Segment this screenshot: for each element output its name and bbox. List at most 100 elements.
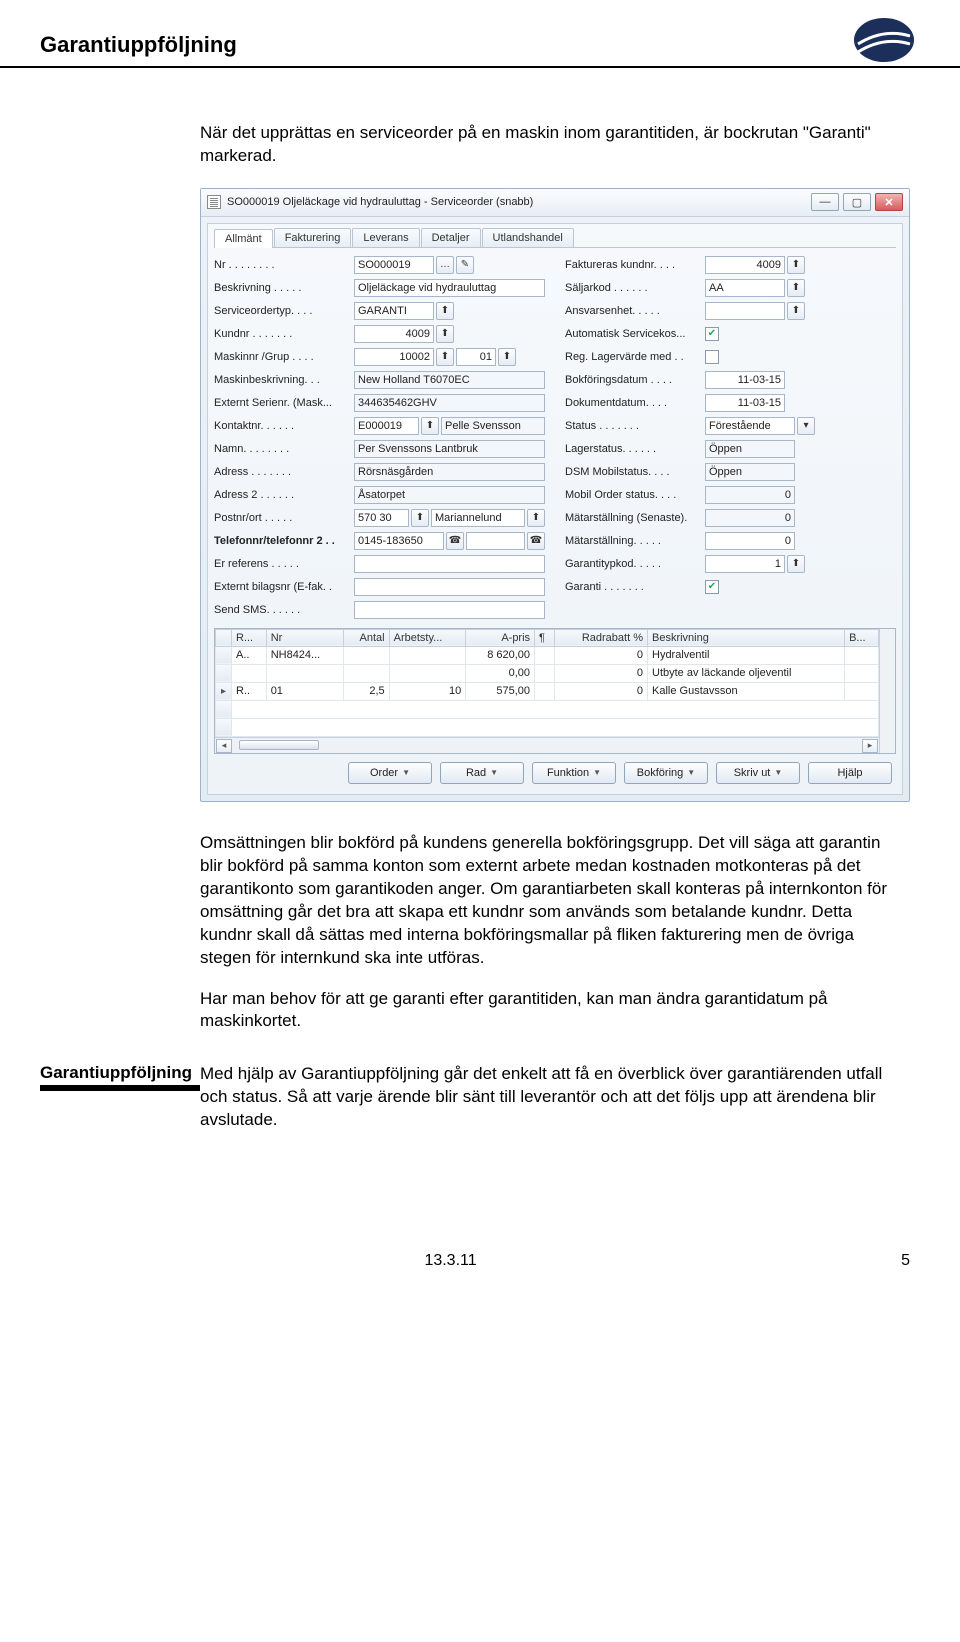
- col-r[interactable]: R...: [232, 629, 267, 646]
- maximize-button[interactable]: ▢: [843, 193, 871, 211]
- label-kundnr: Kundnr . . . . . . .: [214, 328, 354, 340]
- footer-page: 5: [901, 1252, 910, 1270]
- mobilorder-field: 0: [705, 486, 795, 504]
- lookup-icon[interactable]: ⬆: [436, 325, 454, 343]
- maskinnr-sub-field[interactable]: 01: [456, 348, 496, 366]
- horizontal-scrollbar[interactable]: ◂ ▸: [215, 737, 879, 753]
- label-maskinbeskrivning: Maskinbeskrivning. . .: [214, 374, 354, 386]
- lookup-icon[interactable]: ⬆: [498, 348, 516, 366]
- kundnr-field[interactable]: 4009: [354, 325, 434, 343]
- tab-utlandshandel[interactable]: Utlandshandel: [482, 228, 574, 247]
- lookup-icon[interactable]: ⬆: [436, 348, 454, 366]
- lookup-icon[interactable]: ⬆: [787, 555, 805, 573]
- col-nr[interactable]: Nr: [266, 629, 344, 646]
- ansvarsenhet-field[interactable]: [705, 302, 785, 320]
- dropdown-icon[interactable]: ▾: [797, 417, 815, 435]
- garantitypkod-field[interactable]: 1: [705, 555, 785, 573]
- grid-row[interactable]: ▸ R.. 01 2,5 10 575,00 0 Kalle Gustavsso…: [216, 682, 879, 700]
- document-icon: [207, 195, 221, 209]
- postnr-field[interactable]: 570 30: [354, 509, 409, 527]
- funktion-button[interactable]: Funktion▼: [532, 762, 616, 784]
- col-beskrivning[interactable]: Beskrivning: [648, 629, 845, 646]
- nr-field[interactable]: SO000019: [354, 256, 434, 274]
- send-sms-field[interactable]: [354, 601, 545, 619]
- phone-icon[interactable]: ☎: [527, 532, 545, 550]
- vertical-scrollbar[interactable]: [879, 629, 895, 753]
- faktureras-field[interactable]: 4009: [705, 256, 785, 274]
- tab-leverans[interactable]: Leverans: [352, 228, 419, 247]
- kontaktnr-field[interactable]: E000019: [354, 417, 419, 435]
- tab-allmant[interactable]: Allmänt: [214, 229, 273, 248]
- lookup-icon[interactable]: ⬆: [411, 509, 429, 527]
- label-maskinnr: Maskinnr /Grup . . . .: [214, 351, 354, 363]
- minimize-button[interactable]: —: [811, 193, 839, 211]
- bokforing-button[interactable]: Bokföring▼: [624, 762, 708, 784]
- phone-icon[interactable]: ☎: [446, 532, 464, 550]
- adress-field: Rörsnäsgården: [354, 463, 545, 481]
- telefonnr-field[interactable]: 0145-183650: [354, 532, 444, 550]
- grid-row[interactable]: 0,00 0 Utbyte av läckande oljeventil: [216, 664, 879, 682]
- intro-text: När det upprättas en serviceorder på en …: [200, 122, 900, 168]
- edit-icon[interactable]: ✎: [456, 256, 474, 274]
- grid-row[interactable]: A.. NH8424... 8 620,00 0 Hydralventil: [216, 646, 879, 664]
- kontaktnr-name-field: Pelle Svensson: [441, 417, 545, 435]
- tab-fakturering[interactable]: Fakturering: [274, 228, 352, 247]
- hjalp-button[interactable]: Hjälp: [808, 762, 892, 784]
- externt-bilagsnr-field[interactable]: [354, 578, 545, 596]
- maskinnr-field[interactable]: 10002: [354, 348, 434, 366]
- col-antal[interactable]: Antal: [344, 629, 389, 646]
- bokforingsdatum-field[interactable]: 11-03-15: [705, 371, 785, 389]
- col-radrabatt[interactable]: Radrabatt %: [554, 629, 647, 646]
- tab-detaljer[interactable]: Detaljer: [421, 228, 481, 247]
- lookup-icon[interactable]: ⬆: [787, 302, 805, 320]
- lookup-icon[interactable]: ⬆: [787, 279, 805, 297]
- lookup-icon[interactable]: ⬆: [527, 509, 545, 527]
- label-namn: Namn. . . . . . . .: [214, 443, 354, 455]
- label-erreferens: Er referens . . . . .: [214, 558, 354, 570]
- lookup-icon[interactable]: ⬆: [787, 256, 805, 274]
- form-right-column: Faktureras kundnr. . . . 4009⬆ Säljarkod…: [565, 254, 896, 622]
- close-button[interactable]: ✕: [875, 193, 903, 211]
- scroll-left-icon[interactable]: ◂: [216, 739, 232, 753]
- grid-row[interactable]: [216, 700, 879, 718]
- telefonnr2-field[interactable]: [466, 532, 525, 550]
- lookup-icon[interactable]: ⬆: [421, 417, 439, 435]
- skrivut-button[interactable]: Skriv ut▼: [716, 762, 800, 784]
- erreferens-field[interactable]: [354, 555, 545, 573]
- matarstallning-field[interactable]: 0: [705, 532, 795, 550]
- adress2-field: Åsatorpet: [354, 486, 545, 504]
- autoservicekos-checkbox[interactable]: ✔: [705, 327, 719, 341]
- garanti-checkbox[interactable]: ✔: [705, 580, 719, 594]
- matarstallning-senaste-field: 0: [705, 509, 795, 527]
- beskrivning-field[interactable]: Oljeläckage vid hydrauluttag: [354, 279, 545, 297]
- col-b[interactable]: B...: [845, 629, 879, 646]
- label-lagerstatus: Lagerstatus. . . . . .: [565, 443, 705, 455]
- body-para-1: Omsättningen blir bokförd på kundens gen…: [200, 832, 900, 970]
- label-postnr: Postnr/ort . . . . .: [214, 512, 354, 524]
- lookup-icon[interactable]: …: [436, 256, 454, 274]
- lookup-icon[interactable]: ⬆: [436, 302, 454, 320]
- scroll-right-icon[interactable]: ▸: [862, 739, 878, 753]
- page-title: Garantiuppföljning: [40, 32, 920, 58]
- col-arbetsty[interactable]: Arbetsty...: [389, 629, 466, 646]
- dokumentdatum-field[interactable]: 11-03-15: [705, 394, 785, 412]
- ort-field[interactable]: Mariannelund: [431, 509, 525, 527]
- externt-serienr-field: 344635462GHV: [354, 394, 545, 412]
- saljarkod-field[interactable]: AA: [705, 279, 785, 297]
- maskinbeskrivning-field: New Holland T6070EC: [354, 371, 545, 389]
- status-field[interactable]: Förestående: [705, 417, 795, 435]
- scroll-thumb[interactable]: [239, 740, 319, 750]
- rad-button[interactable]: Rad▼: [440, 762, 524, 784]
- logo: [848, 14, 920, 66]
- order-button[interactable]: Order▼: [348, 762, 432, 784]
- col-apris[interactable]: A-pris: [466, 629, 535, 646]
- label-saljarkod: Säljarkod . . . . . .: [565, 282, 705, 294]
- serviceordertyp-field[interactable]: GARANTI: [354, 302, 434, 320]
- reglager-checkbox[interactable]: [705, 350, 719, 364]
- grid-row[interactable]: [216, 718, 879, 736]
- section-body: Med hjälp av Garantiuppföljning går det …: [200, 1063, 900, 1132]
- col-para[interactable]: ¶: [535, 629, 555, 646]
- label-dsm-mobilstatus: DSM Mobilstatus. . . .: [565, 466, 705, 478]
- label-adress: Adress . . . . . . .: [214, 466, 354, 478]
- chevron-down-icon: ▼: [402, 768, 410, 777]
